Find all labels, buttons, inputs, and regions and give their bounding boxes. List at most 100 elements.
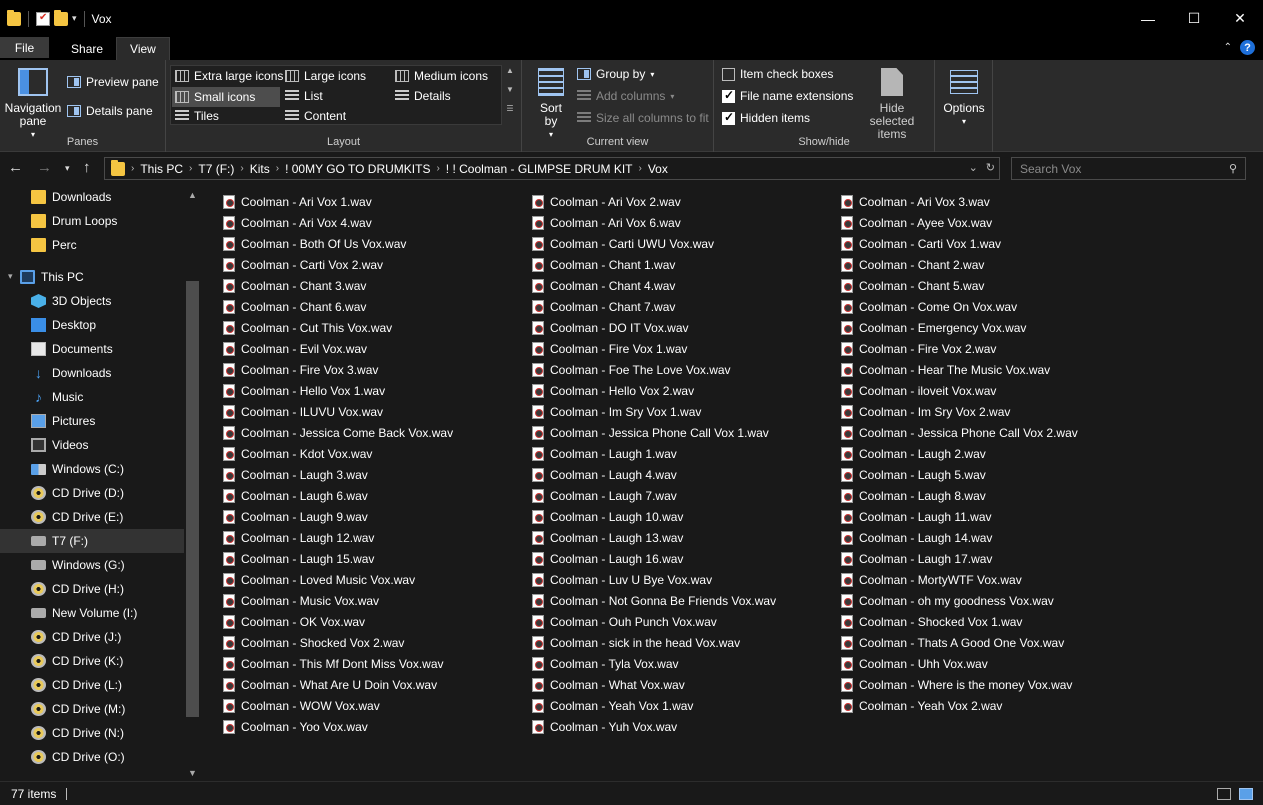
recent-locations-chevron-icon[interactable]: ▾	[65, 163, 70, 174]
forward-arrow-icon[interactable]: →	[37, 159, 52, 176]
file-name-extensions-checkbox[interactable]	[722, 88, 735, 103]
group-by-button[interactable]: Group by ▾	[577, 67, 654, 81]
breadcrumb-chevron-icon[interactable]: ›	[639, 163, 642, 174]
breadcrumb-chevron-icon[interactable]: ›	[240, 163, 243, 174]
large-icons-option[interactable]: Large icons	[285, 69, 366, 83]
medium-icons-option[interactable]: Medium icons	[395, 69, 488, 83]
file-item[interactable]: Coolman - Jessica Phone Call Vox 2.wav	[841, 422, 1078, 443]
scroll-up-icon[interactable]: ▲	[188, 190, 197, 200]
file-item[interactable]: Coolman - Laugh 4.wav	[532, 464, 677, 485]
file-item[interactable]: Coolman - Fire Vox 2.wav	[841, 338, 996, 359]
file-item[interactable]: Coolman - Chant 4.wav	[532, 275, 675, 296]
breadcrumb-chevron-icon[interactable]: ›	[436, 163, 439, 174]
properties-icon[interactable]	[36, 11, 50, 26]
sidebar-item[interactable]: Documents	[0, 337, 184, 361]
add-columns-button[interactable]: Add columns ▾	[577, 89, 674, 103]
scroll-down-icon[interactable]: ▼	[188, 768, 197, 778]
details-pane-button[interactable]: Details pane	[67, 104, 153, 118]
file-item[interactable]: Coolman - Jessica Come Back Vox.wav	[223, 422, 453, 443]
extra-large-icons-option[interactable]: Extra large icons	[175, 69, 283, 83]
sidebar-item[interactable]: CD Drive (J:)	[0, 625, 184, 649]
file-item[interactable]: Coolman - Carti Vox 1.wav	[841, 233, 1001, 254]
file-item[interactable]: Coolman - Loved Music Vox.wav	[223, 569, 415, 590]
breadcrumb-chevron-icon[interactable]: ›	[131, 163, 134, 174]
sidebar-item[interactable]: Downloads	[0, 185, 184, 209]
expand-gallery-icon[interactable]: ☰	[506, 104, 513, 113]
file-item[interactable]: Coolman - Chant 1.wav	[532, 254, 675, 275]
breadcrumb-chevron-icon[interactable]: ›	[276, 163, 279, 174]
file-item[interactable]: Coolman - This Mf Dont Miss Vox.wav	[223, 653, 444, 674]
sidebar-item[interactable]: Desktop	[0, 313, 184, 337]
file-item[interactable]: Coolman - Luv U Bye Vox.wav	[532, 569, 712, 590]
back-arrow-icon[interactable]: ←	[8, 159, 23, 176]
file-item[interactable]: Coolman - Ari Vox 3.wav	[841, 191, 990, 212]
file-item[interactable]: Coolman - OK Vox.wav	[223, 611, 365, 632]
file-item[interactable]: Coolman - Shocked Vox 1.wav	[841, 611, 1022, 632]
search-icon[interactable]: ⚲	[1229, 162, 1237, 175]
sidebar-item[interactable]: ↓ Downloads	[0, 361, 184, 385]
file-item[interactable]: Coolman - Jessica Phone Call Vox 1.wav	[532, 422, 769, 443]
sidebar-item[interactable]: Pictures	[0, 409, 184, 433]
file-item[interactable]: Coolman - Ari Vox 4.wav	[223, 212, 372, 233]
file-item[interactable]: Coolman - Im Sry Vox 1.wav	[532, 401, 701, 422]
file-item[interactable]: Coolman - Im Sry Vox 2.wav	[841, 401, 1010, 422]
file-item[interactable]: Coolman - Laugh 17.wav	[841, 548, 992, 569]
tab-share[interactable]: Share	[58, 37, 116, 60]
file-item[interactable]: Coolman - Laugh 14.wav	[841, 527, 992, 548]
file-item[interactable]: Coolman - Yeah Vox 1.wav	[532, 695, 693, 716]
size-all-columns-button[interactable]: Size all columns to fit	[577, 111, 709, 125]
file-item[interactable]: Coolman - Both Of Us Vox.wav	[223, 233, 406, 254]
sidebar-item[interactable]: Windows (C:)	[0, 457, 184, 481]
details-view-icon[interactable]	[1217, 788, 1231, 800]
file-item[interactable]: Coolman - Where is the money Vox.wav	[841, 674, 1072, 695]
expand-chevron-icon[interactable]: ▾	[8, 271, 13, 282]
sidebar-item[interactable]: CD Drive (K:)	[0, 649, 184, 673]
file-item[interactable]: Coolman - Ari Vox 6.wav	[532, 212, 681, 233]
file-item[interactable]: Coolman - What Vox.wav	[532, 674, 685, 695]
layout-gallery-scroll[interactable]: ▲ ▼ ☰	[503, 66, 517, 126]
sort-by-button[interactable]: Sort by ▾	[536, 68, 566, 141]
address-bar[interactable]: › This PC › T7 (F:) › Kits › ! 00MY GO T…	[104, 157, 1000, 180]
breadcrumb-this-pc[interactable]: This PC	[140, 162, 183, 176]
file-item[interactable]: Coolman - Tyla Vox.wav	[532, 653, 679, 674]
file-item[interactable]: Coolman - Ouh Punch Vox.wav	[532, 611, 717, 632]
file-item[interactable]: Coolman - Laugh 9.wav	[223, 506, 368, 527]
large-icons-view-icon[interactable]	[1239, 788, 1253, 800]
preview-pane-button[interactable]: Preview pane	[67, 75, 159, 89]
list-option[interactable]: List	[285, 89, 323, 103]
sidebar-item[interactable]: CD Drive (E:)	[0, 505, 184, 529]
file-item[interactable]: Coolman - Chant 7.wav	[532, 296, 675, 317]
file-item[interactable]: Coolman - Fire Vox 3.wav	[223, 359, 378, 380]
file-item[interactable]: Coolman - sick in the head Vox.wav	[532, 632, 740, 653]
breadcrumb-chevron-icon[interactable]: ›	[189, 163, 192, 174]
file-name-extensions-toggle[interactable]: File name extensions	[722, 88, 853, 103]
sidebar-item[interactable]: CD Drive (M:)	[0, 697, 184, 721]
sidebar-item[interactable]: Drum Loops	[0, 209, 184, 233]
refresh-icon[interactable]: ↻	[986, 161, 995, 174]
small-icons-option[interactable]: Small icons	[172, 87, 280, 107]
file-item[interactable]: Coolman - Chant 2.wav	[841, 254, 984, 275]
help-icon[interactable]: ?	[1240, 40, 1255, 55]
file-item[interactable]: Coolman - Carti Vox 2.wav	[223, 254, 383, 275]
file-item[interactable]: Coolman - Thats A Good One Vox.wav	[841, 632, 1064, 653]
file-item[interactable]: Coolman - Chant 5.wav	[841, 275, 984, 296]
file-item[interactable]: Coolman - Ari Vox 2.wav	[532, 191, 681, 212]
file-item[interactable]: Coolman - Laugh 3.wav	[223, 464, 368, 485]
sidebar-item[interactable]: Perc	[0, 233, 184, 257]
minimize-button[interactable]: —	[1125, 0, 1171, 37]
sidebar-item[interactable]: CD Drive (D:)	[0, 481, 184, 505]
chevron-down-icon[interactable]: ▼	[506, 85, 514, 94]
file-item[interactable]: Coolman - Yuh Vox.wav	[532, 716, 677, 737]
file-item[interactable]: Coolman - What Are U Doin Vox.wav	[223, 674, 437, 695]
chevron-up-icon[interactable]: ▲	[506, 66, 514, 75]
file-item[interactable]: Coolman - Laugh 7.wav	[532, 485, 677, 506]
sidebar-item[interactable]: Videos	[0, 433, 184, 457]
new-folder-icon[interactable]	[54, 9, 68, 26]
breadcrumb-drive[interactable]: T7 (F:)	[198, 162, 234, 176]
sidebar-item[interactable]: 3D Objects	[0, 289, 184, 313]
breadcrumb-drumkits[interactable]: ! 00MY GO TO DRUMKITS	[285, 162, 430, 176]
hidden-items-toggle[interactable]: Hidden items	[722, 110, 810, 125]
options-button[interactable]: Options ▾	[941, 70, 987, 128]
file-item[interactable]: Coolman - Ari Vox 1.wav	[223, 191, 372, 212]
file-item[interactable]: Coolman - Chant 6.wav	[223, 296, 366, 317]
